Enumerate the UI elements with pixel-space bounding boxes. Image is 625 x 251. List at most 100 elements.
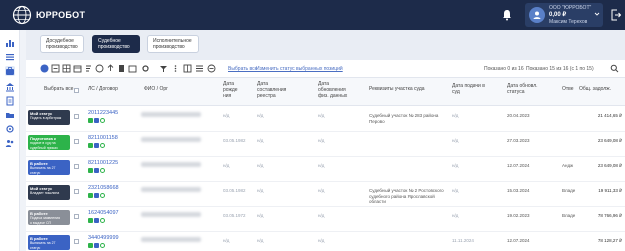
table-row[interactable]: В работе Подача заявления о выдаче СП 1624…: [26, 208, 625, 232]
col-birth[interactable]: Дата рожде ния: [223, 81, 238, 99]
sidebar-bank-icon[interactable]: [5, 82, 15, 92]
tab-pretrial[interactable]: Досудебное производство: [40, 35, 84, 53]
tab-judicial[interactable]: Судебное производство: [92, 35, 140, 53]
search-icon[interactable]: [610, 64, 619, 73]
sidebar-people-icon[interactable]: [5, 138, 15, 148]
status-badge[interactable]: Подготовка к подаче в суд на судебный при…: [28, 135, 70, 150]
status-circle-icon[interactable]: [100, 168, 105, 173]
print-icon[interactable]: [40, 64, 49, 73]
gear-icon[interactable]: [141, 64, 150, 73]
select-all-link[interactable]: Выбрать все: [228, 66, 257, 72]
doc-green-icon[interactable]: [88, 168, 93, 173]
doc-green-icon[interactable]: [88, 243, 93, 248]
columns-icon[interactable]: [183, 64, 192, 73]
row-checkbox[interactable]: [74, 214, 79, 219]
row-checkbox[interactable]: [74, 239, 79, 244]
sidebar-settings-icon[interactable]: [5, 124, 15, 134]
sidebar-document-icon[interactable]: [5, 96, 15, 106]
account-link[interactable]: 3440499999: [88, 235, 119, 241]
export-icon[interactable]: [51, 64, 60, 73]
table-row[interactable]: В работе Выписать на 27 статус 3440499999 н…: [26, 233, 625, 251]
sidebar-briefcase-icon[interactable]: [5, 66, 15, 76]
doc-green-icon[interactable]: [88, 143, 93, 148]
doc-blue-icon[interactable]: [94, 143, 99, 148]
account-link[interactable]: 2321058668: [88, 185, 119, 191]
status-sub: Подать в арбитраж: [30, 116, 62, 120]
sidebar-list-icon[interactable]: [5, 52, 15, 62]
col-other[interactable]: Отве: [562, 86, 574, 92]
list-icon[interactable]: [195, 64, 204, 73]
main-panel: Досудебное производство Судебное произво…: [26, 30, 625, 251]
doc-blue-icon[interactable]: [94, 243, 99, 248]
account-link[interactable]: 2011223445: [88, 110, 118, 116]
status-badge[interactable]: Мой статус Подать в арбитраж: [28, 110, 70, 125]
status-sub: подаче в суд на судебный приказ: [30, 141, 58, 150]
col-filed[interactable]: Дата подачи в суд: [452, 83, 485, 95]
update-date: н/д: [318, 163, 325, 168]
select-all-checkbox[interactable]: [74, 88, 79, 93]
tab-enforcement[interactable]: Исполнительное производство: [147, 35, 199, 53]
doc-blue-icon[interactable]: [94, 218, 99, 223]
filter-icon[interactable]: [159, 64, 168, 73]
account-link[interactable]: 8211001225: [88, 160, 118, 166]
row-checkbox[interactable]: [74, 164, 79, 169]
status-circle-icon[interactable]: [100, 243, 105, 248]
doc-icon[interactable]: [117, 64, 126, 73]
account-link[interactable]: 8211001158: [88, 135, 118, 141]
status-date: 12.07.2024: [507, 163, 530, 168]
col-debt[interactable]: Общ. задолж.: [579, 86, 611, 92]
col-update[interactable]: Дата обновления физ. данных: [318, 81, 347, 99]
status-badge[interactable]: В работе Выписать на 27 статус: [28, 160, 70, 175]
account-link[interactable]: 1624054097: [88, 210, 119, 216]
logout-icon[interactable]: [611, 9, 621, 21]
row-checkbox[interactable]: [74, 139, 79, 144]
birth-date: н/д: [223, 163, 230, 168]
minus-circle-icon[interactable]: [207, 64, 216, 73]
status-circle-icon[interactable]: [100, 143, 105, 148]
more-vertical-icon[interactable]: [171, 64, 180, 73]
col-select-all[interactable]: Выбрать все: [44, 86, 73, 92]
col-court[interactable]: Реквизиты участка суда: [369, 86, 425, 92]
status-date: 19.02.2023: [507, 213, 530, 218]
sort-icon[interactable]: [84, 64, 93, 73]
user-menu[interactable]: ООО "ЮРРОБОТ" 0,00 ₽ Максим Терехов: [525, 3, 603, 27]
status-badge[interactable]: В работе Подача заявления о выдаче СП: [28, 210, 70, 225]
row-checkbox[interactable]: [74, 189, 79, 194]
status-date: 27.03.2023: [507, 138, 530, 143]
status-circle-icon[interactable]: [100, 118, 105, 123]
status-badge[interactable]: В работе Выписать на 27 статус: [28, 235, 70, 250]
doc-blue-icon[interactable]: [94, 168, 99, 173]
doc-green-icon[interactable]: [88, 193, 93, 198]
calendar-icon[interactable]: [73, 64, 82, 73]
col-registry[interactable]: Дата составления реестра: [257, 81, 286, 99]
money-icon[interactable]: [95, 64, 104, 73]
court-details: Судебный участок № 283 района Перово: [369, 113, 439, 124]
col-fio[interactable]: ФИО / Орг: [144, 86, 168, 92]
status-circle-icon[interactable]: [100, 218, 105, 223]
doc-green-icon[interactable]: [88, 118, 93, 123]
sidebar-chart-icon[interactable]: [5, 38, 15, 48]
doc-blue-icon[interactable]: [94, 118, 99, 123]
row-checkbox[interactable]: [74, 114, 79, 119]
logo[interactable]: ЮРРОБОТ: [12, 5, 85, 25]
sidebar-folder-icon[interactable]: [5, 110, 15, 120]
bell-icon[interactable]: [501, 9, 513, 21]
upload-icon[interactable]: [106, 64, 115, 73]
table-row[interactable]: Подготовка к подаче в суд на судебный при…: [26, 133, 625, 157]
table-row[interactable]: Мой статус Подать в арбитраж 2011223445 н/д…: [26, 108, 625, 132]
tabs-area: Досудебное производство Судебное произво…: [26, 30, 625, 60]
table-row[interactable]: В работе Выписать на 27 статус 8211001225 н…: [26, 158, 625, 182]
doc-green-icon[interactable]: [88, 218, 93, 223]
status-badge[interactable]: Мой статус Владает пошлина: [28, 185, 70, 200]
archive-icon[interactable]: [128, 64, 137, 73]
table-icon[interactable]: [62, 64, 71, 73]
table-row[interactable]: Мой статус Владает пошлина 2321058668 03.05…: [26, 183, 625, 207]
col-account[interactable]: ЛС / Договор: [88, 86, 118, 92]
col-status-date[interactable]: Дата обновл. статуса: [507, 83, 538, 95]
other-cell: Владе: [562, 213, 576, 218]
filed-date: н/д: [452, 138, 459, 143]
debt-amount: 21 414,65 ₽: [597, 113, 622, 118]
status-circle-icon[interactable]: [100, 193, 105, 198]
doc-blue-icon[interactable]: [94, 193, 99, 198]
change-status-link[interactable]: Изменить статус выбранных позиций: [256, 66, 343, 72]
